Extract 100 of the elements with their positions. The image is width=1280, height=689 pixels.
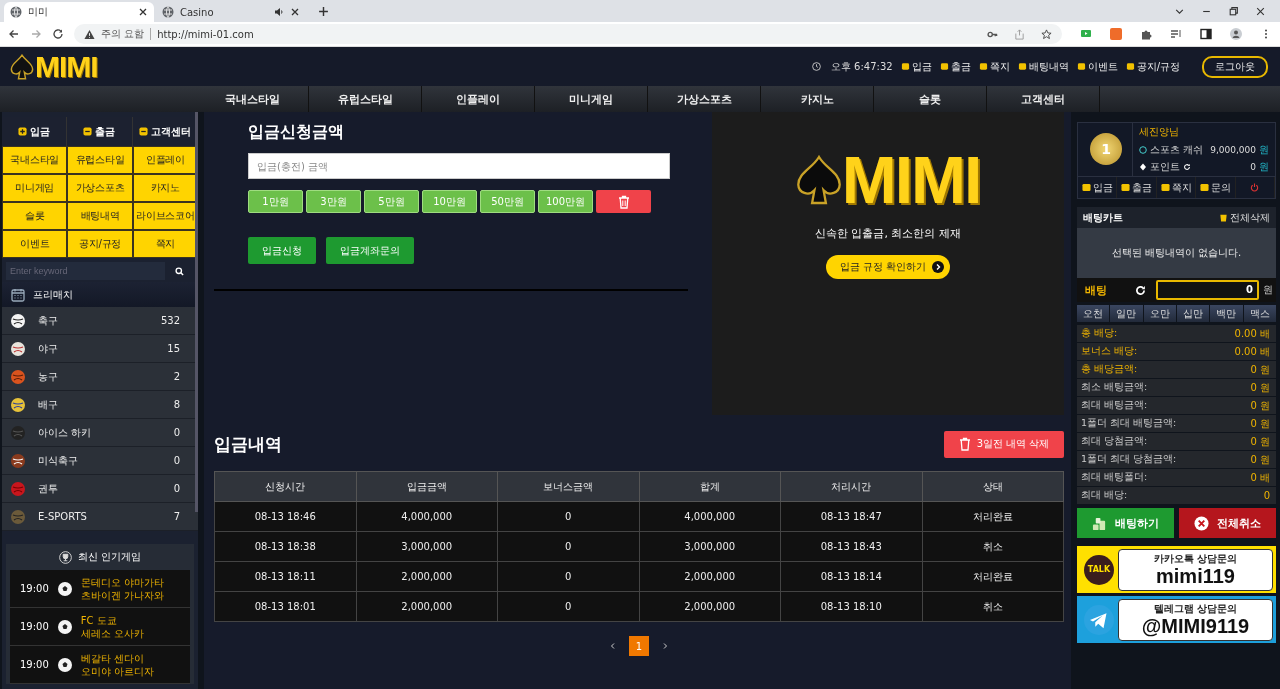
header-link[interactable]: 쪽지 [978,59,1010,74]
address-field[interactable]: 주의 요함 http://mimi-01.com [74,24,1062,44]
menu-item[interactable]: 공지/규정 [67,230,133,258]
sidebar-icon[interactable] [1200,28,1212,40]
speaker-icon[interactable] [274,7,284,17]
menu-item[interactable]: 슬롯 [2,202,68,230]
menu-item[interactable]: 유럽스타일 [67,146,133,174]
game-item[interactable]: 19:00 베갈타 센다이 오미야 아르디자 [10,646,190,684]
amount-chip[interactable]: 백만 [1210,305,1243,322]
amount-chip[interactable]: 십만 [1177,305,1210,322]
balance-value: 9,000,000 [1210,144,1256,155]
profile-icon[interactable] [1230,28,1242,40]
cancel-all-button[interactable]: 전체취소 [1179,508,1276,538]
bet-amount-field[interactable]: 0 [1156,280,1259,300]
table-cell: 08-13 18:47 [780,501,922,532]
header-link[interactable]: 공지/규정 [1125,59,1180,74]
menu-item[interactable]: 가상스포츠 [67,174,133,202]
trash-icon [958,437,971,451]
account-action-button[interactable]: 출금 [1117,177,1157,198]
header-link[interactable]: 배팅내역 [1017,59,1069,74]
menu-item[interactable]: 카지노 [132,174,198,202]
sport-item[interactable]: 미식축구 0 [2,447,198,475]
account-action-button[interactable]: 입금 [1078,177,1118,198]
menu-item[interactable]: 인플레이 [132,146,198,174]
deposit-action-button[interactable]: 입금계좌문의 [326,237,414,264]
menu-item[interactable]: 쪽지 [132,230,198,258]
restore-icon[interactable] [1228,6,1239,17]
clock-text: 오후 6:47:32 [830,59,893,74]
account-action-button[interactable]: 문의 [1196,177,1236,198]
table-cell: 0 [497,561,639,592]
game-item[interactable]: 19:00 FC 도쿄 세레소 오사카 [10,608,190,646]
contact-banner[interactable]: TALK 카카오톡 상담문의 mimi119 [1077,546,1276,593]
menu-item[interactable]: 국내스타일 [2,146,68,174]
header-link[interactable]: 이벤트 [1076,59,1118,74]
account-action-button[interactable]: 쪽지 [1156,177,1197,198]
amount-chip[interactable]: 오천 [1077,305,1110,322]
menu-item[interactable]: 배팅내역 [67,202,133,230]
contact-banner[interactable]: 텔레그램 상담문의 @MIMI9119 [1077,596,1276,643]
close-icon[interactable] [138,7,148,17]
menu-item[interactable]: 미니게임 [2,174,68,202]
sport-item[interactable]: E-SPORTS 7 [2,503,198,531]
refresh-icon[interactable] [1135,284,1146,296]
search-field[interactable]: Enter keyword [6,262,165,280]
sport-item[interactable]: 농구 2 [2,363,198,391]
team-name: 몬테디오 야마가타 [80,575,164,589]
puzzle-icon[interactable] [1140,28,1152,40]
delete-history-button[interactable]: 3일전 내역 삭제 [944,430,1064,458]
table-cell: 0 [497,501,639,532]
summary-label: 총 배당금액: [1081,363,1138,376]
amount-field[interactable]: 입금(충전) 금액 [248,153,670,179]
table-cell: 4,000,000 [639,501,781,532]
bet-button[interactable]: 배팅하기 [1077,508,1174,538]
deposit-title: 입금신청금액 [248,122,345,143]
team-name: 세레소 오사카 [80,626,144,640]
column-header: 상태 [922,471,1064,502]
playlist-icon[interactable] [1170,28,1182,40]
extension-icon[interactable] [1080,28,1092,40]
next-page-icon[interactable] [661,642,669,650]
summary-label: 최대 배팅폴더: [1081,471,1148,484]
star-icon[interactable] [1041,28,1052,40]
sport-item[interactable]: 야구 15 [2,335,198,363]
tab-title: Casino [180,6,215,18]
logout-button[interactable]: 로그아웃 [1202,55,1268,78]
back-icon[interactable] [8,28,20,40]
reload-icon[interactable] [52,28,64,40]
header-link[interactable]: 출금 [939,59,971,74]
table-cell: 08-13 18:11 [214,561,356,592]
url-text: http://mimi-01.com [157,28,254,40]
clear-all-link[interactable]: 전체삭제 [1219,210,1270,225]
menu-item[interactable]: 라이브스코어 [132,202,198,230]
amount-chip[interactable]: 오만 [1143,305,1176,322]
close-icon[interactable] [1255,6,1266,17]
previous-page-icon[interactable] [609,642,617,650]
currency-unit: 원 [1263,283,1273,297]
close-icon[interactable] [290,7,300,17]
site-logo[interactable]: MIMI [10,49,98,84]
menu-item[interactable]: 이벤트 [2,230,68,258]
search-icon[interactable] [175,266,184,276]
sport-item[interactable]: 아이스 하키 0 [2,419,198,447]
sport-item[interactable]: 권투 0 [2,475,198,503]
column-header: 합계 [639,471,781,502]
rules-button[interactable]: 입금 규정 확인하기 [825,255,951,279]
new-tab-icon[interactable] [318,6,329,17]
globe-icon [10,6,22,18]
sport-item[interactable]: 배구 8 [2,391,198,419]
summary-value: 0 원 [1250,416,1270,431]
header-link[interactable]: 입금 [900,59,932,74]
amount-chip[interactable]: 맥스 [1243,305,1276,322]
refresh-icon[interactable] [1183,162,1191,171]
browser-tab[interactable]: 미미 [4,2,154,22]
volleyball-icon [10,396,26,413]
column-header: 처리시간 [780,471,922,502]
clear-button[interactable] [596,190,651,213]
tab-title: 미미 [28,5,49,19]
sport-item[interactable]: 축구 532 [2,307,198,335]
summary-label: 총 배당: [1081,327,1118,340]
browser-tab[interactable]: Casino [156,2,306,22]
game-item[interactable]: 19:00 몬테디오 야마가타 츠바이겐 가나자와 [10,570,190,608]
deposit-action-button[interactable]: 입금신청 [248,237,316,264]
amount-chip[interactable]: 일만 [1110,305,1143,322]
